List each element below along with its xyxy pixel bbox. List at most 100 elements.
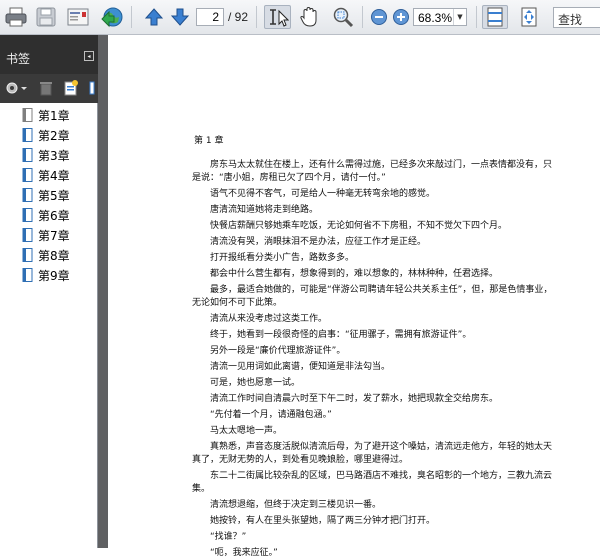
bookmark-item[interactable]: 第6章 [0, 205, 97, 225]
document-page[interactable]: 第 1 章 房东马太太就住在楼上，还有什么需得过施，已经多次来敲过门，一点表情都… [108, 35, 600, 558]
paragraph: 打开报纸看分类小广告，路数多多。 [192, 252, 600, 265]
text-line: “找谁？” [192, 532, 247, 542]
paragraph: 房东马太太就住在楼上，还有什么需得过施，已经多次来敲过门，一点表情都没有，只 是说… [192, 159, 600, 185]
paragraph: 最多，最适合她做的，可能是“伴游公司聘请年轻公共关系主任”，但，那是色情事业， 无… [192, 284, 600, 310]
bookmark-label: 第4章 [38, 169, 70, 183]
text-line: 马太太嗯地一声。 [192, 426, 283, 436]
fit-width-button[interactable] [517, 5, 541, 29]
bookmark-label: 第7章 [38, 229, 70, 243]
fit-width-icon [521, 7, 537, 27]
paragraph: 清流没有哭，淌眼抹泪不是办法，应征工作才是正经。 [192, 236, 600, 249]
bookmark-label: 第3章 [38, 149, 70, 163]
paragraph: 清流想退缩，但终于决定到三楼见识一番。 [192, 499, 600, 512]
fit-page-button[interactable] [482, 5, 508, 29]
text-line: 房东马太太就住在楼上，还有什么需得过施，已经多次来敲过门，一点表情都没有，只 [192, 160, 553, 170]
search-input[interactable]: 查找 [553, 7, 600, 28]
page-number-input[interactable]: 2 [196, 8, 224, 26]
hand-tool-button[interactable] [297, 5, 321, 29]
paragraph: 语气不见得不客气，可是给人一种毫无转弯余地的感觉。 [192, 188, 600, 201]
text-line: 都会中什么营生都有，想象得到的，难以想象的，林林种种，任君选择。 [192, 269, 499, 279]
zoom-out-button[interactable] [367, 5, 391, 29]
expand-bookmark-button[interactable] [88, 80, 96, 96]
bookmark-icon [22, 227, 34, 242]
bookmark-label: 第6章 [38, 209, 70, 223]
bookmark-item[interactable]: 第5章 [0, 185, 97, 205]
next-page-button[interactable] [168, 5, 192, 29]
text-line: 是说：“唐小姐，房租已欠了四个月，请付一付。” [192, 173, 386, 183]
text-line: 她按铃，有人在里头张望她，隔了两三分钟才把门打开。 [192, 516, 436, 526]
text-line: 可是，她也愿意一试。 [192, 378, 301, 388]
print-button[interactable] [4, 5, 28, 29]
text-line: 打开报纸看分类小广告，路数多多。 [192, 253, 355, 263]
bookmark-item[interactable]: 第1章 [0, 105, 97, 125]
bookmarks-panel-header: 书签 ◂ [0, 35, 98, 74]
bookmark-label: 第8章 [38, 249, 70, 263]
new-bookmark-button[interactable] [63, 80, 79, 96]
bookmark-item[interactable]: 第3章 [0, 145, 97, 165]
save-icon [36, 7, 56, 27]
text-line: 清流从来没考虑过这类工作。 [192, 314, 328, 324]
bookmark-item[interactable]: 第4章 [0, 165, 97, 185]
gear-icon [6, 82, 18, 94]
text-line: 清流工作时间自清晨六时至下午二时，发了薪水，她把现款全交给房东。 [192, 394, 499, 404]
trash-icon [40, 82, 52, 96]
zoom-level-select[interactable]: 68.3% ▼ [413, 8, 467, 26]
zoom-in-button[interactable] [389, 5, 413, 29]
text-line: “呃，我来应征。” [192, 548, 278, 558]
options-dropdown[interactable] [20, 80, 28, 96]
bookmarks-panel: 书签 ◂ 第1章第2章第3章第4章第5章第6章第7章第8章第9章 [0, 35, 98, 548]
text-line: 语气不见得不客气，可是给人一种毫无转弯余地的感觉。 [192, 189, 436, 199]
paragraph: 东二十二街属比较杂乱的区域，巴马路酒店不难找，臭名昭彰的一个地方，三教九流云 集。 [192, 470, 600, 496]
chevron-down-icon[interactable]: ▼ [453, 9, 466, 25]
bookmark-icon [22, 247, 34, 262]
paragraph: 快餐店薪酬只够她乘车吃饭，无论如何省不下房租，不知不觉欠下四个月。 [192, 220, 600, 233]
options-button[interactable] [4, 80, 20, 96]
paragraph: 都会中什么营生都有，想象得到的，难以想象的，林林种种，任君选择。 [192, 268, 600, 281]
marquee-zoom-button[interactable] [331, 5, 355, 29]
bookmark-label: 第1章 [38, 109, 70, 123]
select-tool-icon [269, 9, 289, 27]
zoom-level-value: 68.3% [418, 11, 453, 25]
bookmarks-panel-title: 书签 [6, 52, 31, 66]
paragraph: 马太太嗯地一声。 [192, 425, 600, 438]
email-icon [67, 8, 89, 26]
paragraph: “找谁？” [192, 531, 600, 544]
bookmark-icon [22, 107, 34, 122]
paragraph: 清流工作时间自清晨六时至下午二时，发了薪水，她把现款全交给房东。 [192, 393, 600, 406]
bookmark-label: 第5章 [38, 189, 70, 203]
collapse-panel-icon[interactable]: ◂ [84, 51, 94, 61]
text-line: 无论如何不可下此策。 [192, 298, 283, 308]
text-line: 终于，她看到一段很奇怪的启事：“征用骡子，需拥有旅游证件”。 [192, 330, 472, 340]
internet-icon [101, 7, 123, 28]
paragraph: 唐清流知道她将走到绝路。 [192, 204, 600, 217]
chevron-down-icon [21, 87, 27, 90]
fit-page-icon [487, 7, 503, 27]
paragraph: 清流一见用词如此离谱，便知道是非法勾当。 [192, 361, 600, 374]
internet-button[interactable] [100, 5, 124, 29]
bookmark-icon [22, 267, 34, 282]
text-line: 清流没有哭，淌眼抹泪不是办法，应征工作才是正经。 [192, 237, 427, 247]
previous-page-button[interactable] [142, 5, 166, 29]
page-count: / 92 [228, 10, 249, 24]
bookmark-icon [22, 147, 34, 162]
bookmark-item[interactable]: 第8章 [0, 245, 97, 265]
next-page-icon [170, 8, 190, 26]
document-margin [98, 35, 108, 548]
select-tool-button[interactable] [264, 5, 291, 29]
hand-tool-icon [300, 6, 317, 27]
text-line: 东二十二街属比较杂乱的区域，巴马路酒店不难找，臭名昭彰的一个地方，三教九流云 [192, 471, 553, 481]
email-button[interactable] [66, 5, 90, 29]
bookmark-item[interactable]: 第9章 [0, 265, 97, 285]
paragraph: 她按铃，有人在里头张望她，隔了两三分钟才把门打开。 [192, 515, 600, 528]
save-button[interactable] [34, 5, 58, 29]
bookmark-icon [89, 81, 95, 95]
bookmarks-toolbar [0, 74, 98, 103]
text-line: 真熟悉，声音态度活脱似清流后母，为了避开这个嗓姑，清流远走他方，年轻的她太天 [192, 442, 553, 452]
print-icon [5, 7, 27, 27]
chapter-heading: 第 1 章 [194, 136, 224, 146]
bookmark-item[interactable]: 第2章 [0, 125, 97, 145]
bookmark-item[interactable]: 第7章 [0, 225, 97, 245]
delete-bookmark-button[interactable] [38, 80, 54, 96]
text-line: 真了，无财无势的人，到处看见晚娘脸，哪里避得过。 [192, 455, 409, 465]
marquee-zoom-icon [333, 7, 354, 28]
